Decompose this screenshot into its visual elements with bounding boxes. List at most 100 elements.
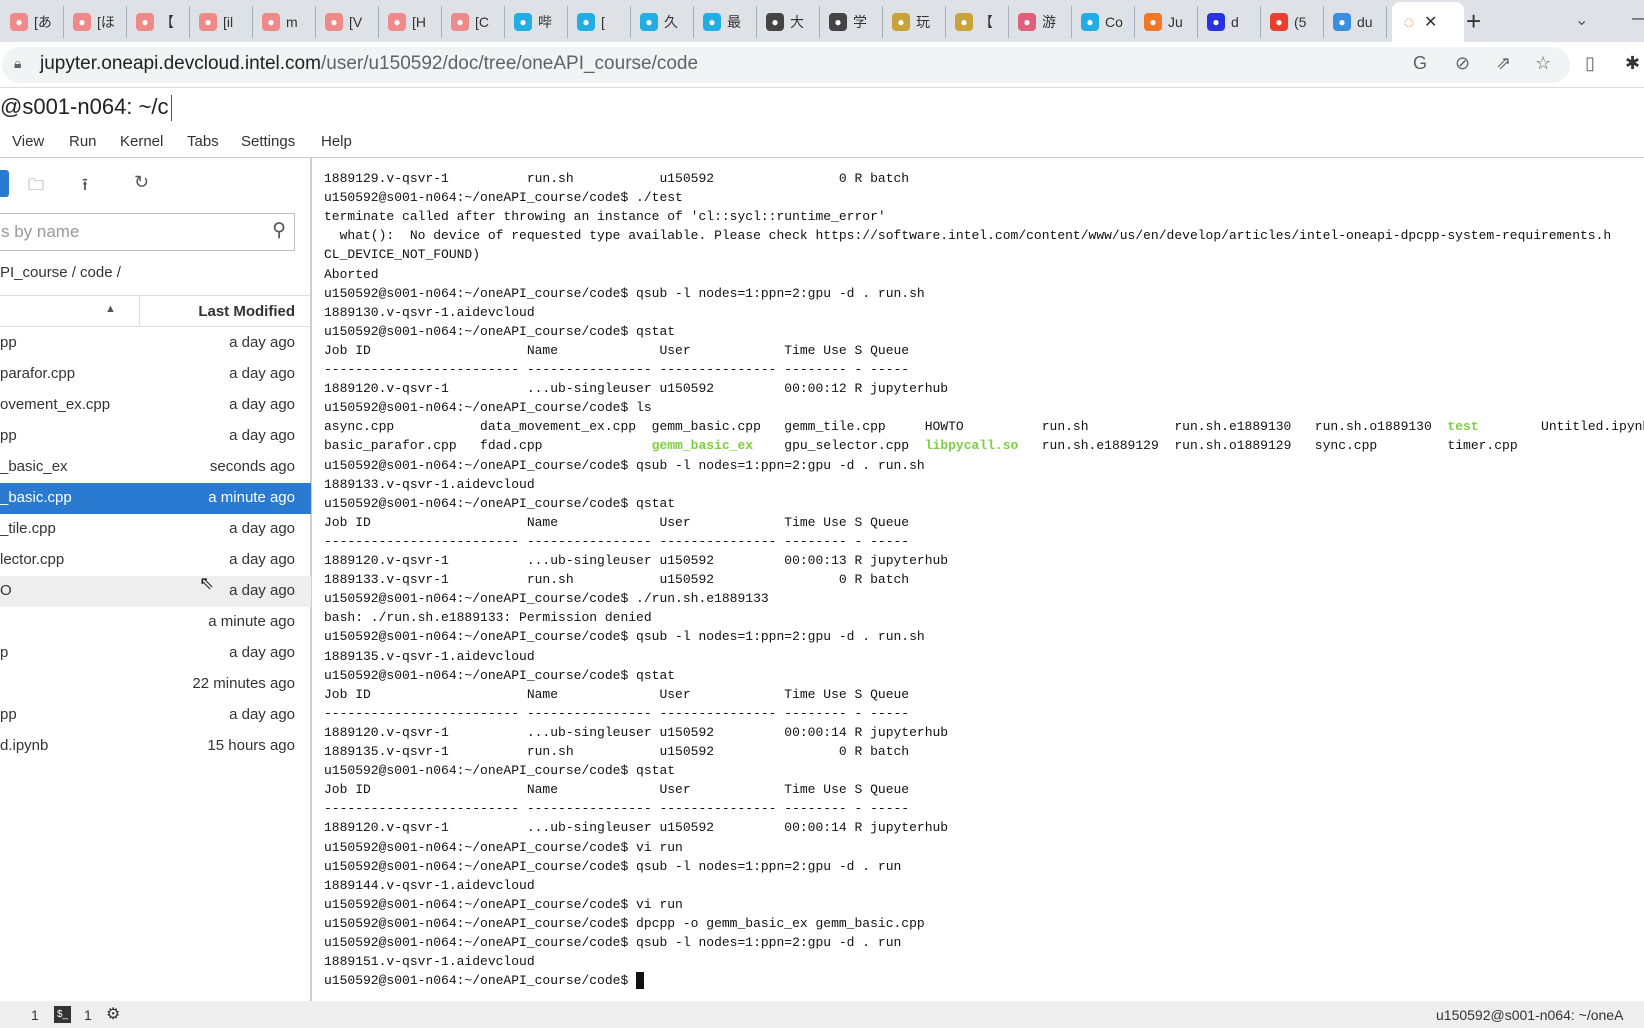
browser-tab[interactable]: ●[ xyxy=(569,6,631,38)
bird-icon: ● xyxy=(955,13,973,31)
menu-run[interactable]: Run xyxy=(69,133,97,150)
tab-title: (5 xyxy=(1294,14,1307,30)
file-row[interactable]: ovement_ex.cpp a day ago xyxy=(0,390,311,421)
bilibili-icon: ● xyxy=(577,13,595,31)
column-modified-header[interactable]: Last Modified xyxy=(198,303,295,320)
browser-tab[interactable]: ● du xyxy=(1325,6,1387,38)
browser-tab[interactable]: ● 哔 xyxy=(506,6,568,38)
file-list-header: ▲ Last Modified xyxy=(0,295,311,327)
browser-tab[interactable]: ● m xyxy=(254,6,316,38)
terminal-line: u150592@s001-n064:~/oneAPI_course/code$ … xyxy=(324,284,925,303)
menu-tabs[interactable]: Tabs xyxy=(187,133,219,150)
terminal-count[interactable]: 1 xyxy=(84,1007,92,1023)
terminal-line: Job ID Name User Time Use S Queue xyxy=(324,685,909,704)
terminal-line: u150592@s001-n064:~/oneAPI_course/code$ … xyxy=(324,666,675,685)
minimize-icon[interactable]: — xyxy=(1632,10,1644,28)
file-row[interactable]: d.ipynb 15 hours ago xyxy=(0,731,311,762)
file-row[interactable]: 22 minutes ago xyxy=(0,669,311,700)
file-row[interactable]: pp a day ago xyxy=(0,700,311,731)
file-row[interactable]: parafor.cpp a day ago xyxy=(0,359,311,390)
menu-kernel[interactable]: Kernel xyxy=(120,133,163,150)
paw-icon: ● xyxy=(136,13,154,31)
browser-tab[interactable]: ● 久 xyxy=(632,6,694,38)
browser-tab[interactable]: ● [C xyxy=(443,6,505,38)
paw-icon: ● xyxy=(262,13,280,31)
browser-tab[interactable]: ● (5 xyxy=(1262,6,1324,38)
browser-tab[interactable]: ● 游 xyxy=(1010,6,1072,38)
column-name-header[interactable]: ▲ xyxy=(0,296,140,326)
translate-icon[interactable]: G xyxy=(1413,53,1427,74)
bookmark-star-icon[interactable]: ☆ xyxy=(1535,53,1551,74)
browser-tab[interactable]: ● Co xyxy=(1073,6,1135,38)
terminal[interactable]: 1889129.v-qsvr-1 run.sh u150592 0 R batc… xyxy=(314,158,1644,1001)
new-tab-icon[interactable]: + xyxy=(1466,6,1481,37)
terminal-line: 1889135.v-qsvr-1.aidevcloud xyxy=(324,647,535,666)
file-row[interactable]: _basic_ex seconds ago xyxy=(0,452,311,483)
tab-search-chevron-icon[interactable]: ⌄ xyxy=(1575,10,1588,30)
terminal-text: u150592@s001-n064:~/oneAPI_course/code$ … xyxy=(324,839,683,855)
bird-icon: ● xyxy=(892,13,910,31)
browser-tab[interactable]: ● [V xyxy=(317,6,379,38)
file-modified: a minute ago xyxy=(208,489,295,506)
terminal-text: bash: ./run.sh.e1889133: Permission deni… xyxy=(324,610,652,626)
search-icon[interactable]: ⚲ xyxy=(272,219,286,242)
terminal-text: ------------------------- --------------… xyxy=(324,362,910,377)
hidden-eye-icon[interactable]: ⊘ xyxy=(1455,53,1470,74)
tab-title: d xyxy=(1231,14,1239,30)
file-modified: a day ago xyxy=(229,706,295,723)
file-name: d.ipynb xyxy=(0,737,49,754)
new-launcher-button[interactable] xyxy=(0,170,9,197)
terminal-text: ------------------------- --------------… xyxy=(324,705,910,721)
file-row[interactable]: a minute ago xyxy=(0,607,311,638)
cpu-icon[interactable]: ⚙ xyxy=(106,1004,120,1024)
file-row[interactable]: Oa day ago xyxy=(0,576,311,607)
tab-title: [il xyxy=(223,14,234,30)
lock-icon[interactable]: 🔒︎ xyxy=(14,55,21,72)
menu-view[interactable]: View xyxy=(12,133,44,150)
upload-icon[interactable]: ⭱ xyxy=(82,172,88,201)
browser-tab[interactable]: ● [あ xyxy=(2,6,64,38)
kernel-count[interactable]: 1 xyxy=(31,1007,39,1023)
browser-tab[interactable]: ● 【 xyxy=(128,6,190,38)
terminal-line: u150592@s001-n064:~/oneAPI_course/code$ … xyxy=(324,398,652,417)
file-row[interactable]: pp a day ago xyxy=(0,421,311,452)
file-row[interactable]: _tile.cpp a day ago xyxy=(0,514,311,545)
terminal-icon[interactable]: $_ xyxy=(54,1006,71,1023)
refresh-icon[interactable]: ↻ xyxy=(134,172,149,193)
close-tab-icon[interactable]: ✕ xyxy=(1424,12,1437,32)
active-tab[interactable]: ◌ ✕ xyxy=(1392,2,1464,42)
browser-tab[interactable]: ● d xyxy=(1199,6,1261,38)
tab-title: Co xyxy=(1105,14,1123,30)
file-filter-input[interactable]: s by name ⚲ xyxy=(0,213,295,251)
new-folder-icon[interactable]: 🗀︎ xyxy=(28,174,44,201)
reading-list-icon[interactable]: ▯ xyxy=(1585,53,1595,74)
menu-help[interactable]: Help xyxy=(321,133,352,150)
file-row[interactable]: lector.cpp a day ago xyxy=(0,545,311,576)
csdn-icon: ● xyxy=(1270,13,1288,31)
browser-tab[interactable]: ● 【 xyxy=(947,6,1009,38)
document-title[interactable]: @s001-n064: ~/c xyxy=(0,94,169,119)
file-row[interactable]: _basic.cpp a minute ago xyxy=(0,483,311,514)
search-placeholder: s by name xyxy=(1,222,80,241)
file-modified: 15 hours ago xyxy=(207,737,295,754)
browser-tab[interactable]: ● [il xyxy=(191,6,253,38)
file-row[interactable]: p a day ago xyxy=(0,638,311,669)
browser-tab[interactable]: ● Ju xyxy=(1136,6,1198,38)
tab-title: [あ xyxy=(34,14,52,30)
extensions-icon[interactable]: ✱ xyxy=(1625,53,1640,74)
browser-tab[interactable]: ● 学 xyxy=(821,6,883,38)
menu-settings[interactable]: Settings xyxy=(241,133,295,150)
terminal-text: what(): No device of requested type avai… xyxy=(324,228,1612,244)
file-row[interactable]: pp a day ago xyxy=(0,328,311,359)
browser-tab[interactable]: ● [ほ xyxy=(65,6,127,38)
terminal-line: u150592@s001-n064:~/oneAPI_course/code$ … xyxy=(324,761,675,780)
terminal-text: u150592@s001-n064:~/oneAPI_course/code$ … xyxy=(324,495,676,511)
terminal-text: u150592@s001-n064:~/oneAPI_course/code$ … xyxy=(324,190,683,206)
browser-tab[interactable]: ● 最 xyxy=(695,6,757,38)
browser-tab[interactable]: ● 大 xyxy=(758,6,820,38)
browser-tab[interactable]: ● 玩 xyxy=(884,6,946,38)
share-icon[interactable]: ⇗ xyxy=(1496,53,1511,74)
breadcrumb[interactable]: PI_course / code / xyxy=(0,264,121,281)
browser-tab[interactable]: ● [H xyxy=(380,6,442,38)
url-text[interactable]: jupyter.oneapi.devcloud.intel.com/user/u… xyxy=(40,53,698,75)
